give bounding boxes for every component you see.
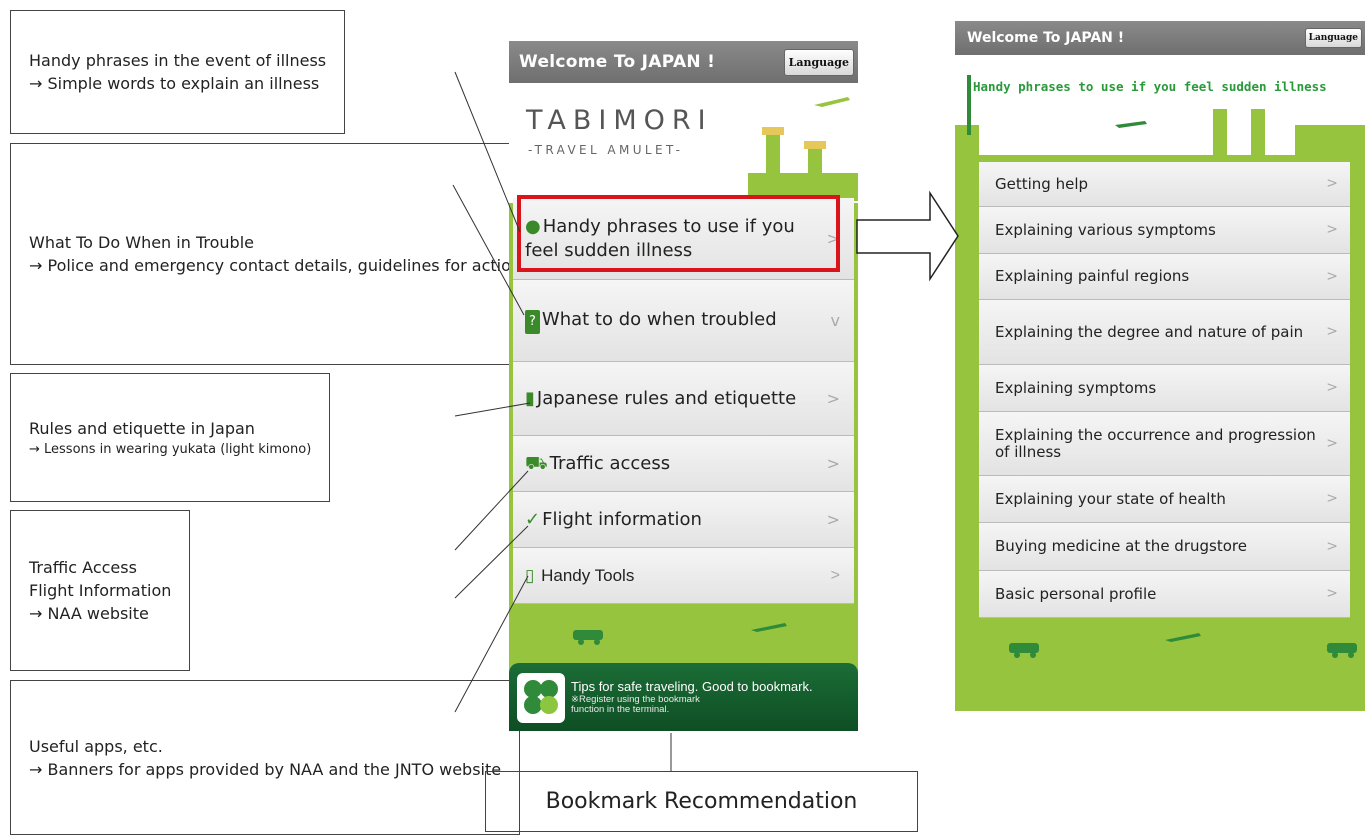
language-button[interactable]: Language	[783, 48, 854, 76]
submenu-item[interactable]: Explaining your state of health >	[979, 476, 1350, 523]
submenu-item[interactable]: Buying medicine at the drugstore >	[979, 523, 1350, 571]
bus-decoration-icon	[573, 630, 603, 645]
brand-logo: TABIMORI	[526, 105, 713, 136]
submenu-item-label: Buying medicine at the drugstore	[995, 537, 1247, 555]
callout-illness-phrases: Handy phrases in the event of illness → …	[10, 10, 346, 134]
chevron-down-icon: v	[830, 310, 840, 330]
menu-item-flight-information[interactable]: ✓ Flight information >	[513, 492, 854, 548]
phone-home-screen: Welcome To JAPAN ! Language TABIMORI -TR…	[509, 41, 858, 731]
callout-heading: Handy phrases in the event of illness	[29, 51, 327, 70]
menu-item-label: Handy Tools	[541, 565, 635, 585]
banner-main-text: Tips for safe traveling. Good to bookmar…	[571, 679, 813, 694]
chevron-right-icon: >	[1326, 490, 1338, 507]
submenu-item[interactable]: Basic personal profile >	[979, 571, 1350, 618]
airport-tower-icon	[748, 127, 858, 201]
chevron-right-icon: >	[1326, 435, 1338, 451]
phone-illness-phrases-screen: Welcome To JAPAN ! Language Handy phrase…	[955, 21, 1365, 711]
submenu-item[interactable]: Explaining the degree and nature of pain…	[979, 300, 1350, 365]
top-bar: Welcome To JAPAN ! Language	[509, 41, 858, 83]
illness-phrases-menu: Getting help > Explaining various symptom…	[979, 162, 1350, 618]
submenu-item[interactable]: Getting help >	[979, 162, 1350, 207]
submenu-item[interactable]: Explaining symptoms >	[979, 365, 1350, 412]
submenu-item-label: Explaining painful regions	[995, 267, 1190, 285]
language-button[interactable]: Language	[1304, 28, 1362, 48]
app-title: Welcome To JAPAN !	[519, 52, 716, 72]
logo-area: TABIMORI -TRAVEL AMULET-	[509, 83, 858, 203]
brand-tagline: -TRAVEL AMULET-	[528, 143, 684, 157]
callout-detail: → Banners for apps provided by NAA and t…	[29, 759, 502, 779]
chevron-right-icon: >	[830, 566, 840, 584]
submenu-item-label: Explaining symptoms	[995, 378, 1157, 397]
arrow-right-icon	[856, 190, 959, 282]
callout-detail: Flight Information	[29, 581, 172, 600]
bus-decoration-icon	[1009, 643, 1039, 658]
chevron-right-icon: >	[1326, 221, 1338, 238]
chevron-right-icon: >	[1326, 175, 1338, 192]
menu-item-traffic-access[interactable]: ⛟ Traffic access >	[513, 436, 854, 492]
section-header: Handy phrases to use if you feel sudden …	[955, 55, 1365, 155]
callout-useful-apps: Useful apps, etc. → Banners for apps pro…	[10, 680, 521, 835]
chevron-right-icon: >	[826, 453, 840, 473]
callout-detail: → Lessons in wearing yukata (light kimon…	[29, 441, 312, 457]
submenu-item-label: Getting help	[995, 174, 1089, 193]
chevron-right-icon: >	[1326, 323, 1338, 340]
submenu-item-label: Explaining various symptoms	[995, 220, 1216, 239]
plane-icon: ✓	[525, 508, 541, 530]
submenu-item-label: Explaining the occurrence and progressio…	[995, 425, 1316, 461]
bus-icon: ⛟	[525, 452, 548, 474]
menu-item-label: What to do when troubled	[541, 308, 777, 330]
chevron-right-icon: >	[1326, 538, 1338, 554]
chevron-right-icon: >	[1326, 268, 1338, 284]
chevron-right-icon: >	[826, 509, 840, 529]
app-title: Welcome To JAPAN !	[967, 30, 1125, 46]
airplane-decoration-icon	[751, 623, 787, 632]
menu-item-label: Flight information	[542, 508, 702, 530]
skyline-decoration-icon	[955, 75, 1365, 155]
phone-icon: ▯	[525, 565, 535, 585]
callout-rules-etiquette: Rules and etiquette in Japan → Lessons i…	[10, 373, 331, 502]
submenu-item[interactable]: Explaining the occurrence and progressio…	[979, 412, 1350, 476]
menu-item-label: Traffic access	[549, 452, 671, 474]
menu-item-handy-tools[interactable]: ▯ Handy Tools >	[513, 548, 854, 604]
bus-decoration-icon	[1327, 643, 1357, 658]
callout-detail-2: → NAA website	[29, 604, 149, 623]
submenu-item-label: Explaining your state of health	[995, 489, 1226, 508]
top-bar: Welcome To JAPAN ! Language	[955, 21, 1365, 55]
chevron-right-icon: >	[826, 388, 840, 408]
callout-heading: Useful apps, etc.	[29, 736, 163, 756]
menu-item-rules-etiquette[interactable]: ▮ Japanese rules and etiquette >	[513, 362, 854, 436]
question-icon: ?	[525, 309, 540, 334]
submenu-item[interactable]: Explaining various symptoms >	[979, 207, 1350, 254]
airplane-decoration-icon	[1165, 633, 1201, 642]
airplane-icon	[814, 97, 850, 107]
chevron-right-icon: >	[1326, 585, 1338, 602]
menu-item-trouble[interactable]: ? What to do when troubled v	[513, 280, 854, 362]
bookmark-recommendation-label: Bookmark Recommendation	[485, 771, 918, 832]
submenu-item-label: Explaining the degree and nature of pain	[995, 322, 1304, 341]
bookmark-banner[interactable]: Tips for safe traveling. Good to bookmar…	[509, 663, 858, 731]
book-icon: ▮	[525, 387, 535, 409]
banner-sub-text: ※Register using the bookmark function in…	[571, 694, 700, 715]
clover-logo-icon	[517, 673, 565, 723]
callout-traffic-flight: Traffic Access Flight Information → NAA …	[10, 510, 191, 671]
callout-heading: Traffic Access	[29, 558, 137, 577]
submenu-item-label: Basic personal profile	[995, 584, 1157, 603]
submenu-item[interactable]: Explaining painful regions >	[979, 254, 1350, 300]
menu-item-label: Japanese rules and etiquette	[536, 387, 797, 409]
chevron-right-icon: >	[1326, 379, 1338, 396]
selection-highlight	[517, 195, 840, 272]
callout-heading: Rules and etiquette in Japan	[29, 418, 255, 438]
callout-detail: → Simple words to explain an illness	[29, 74, 320, 93]
